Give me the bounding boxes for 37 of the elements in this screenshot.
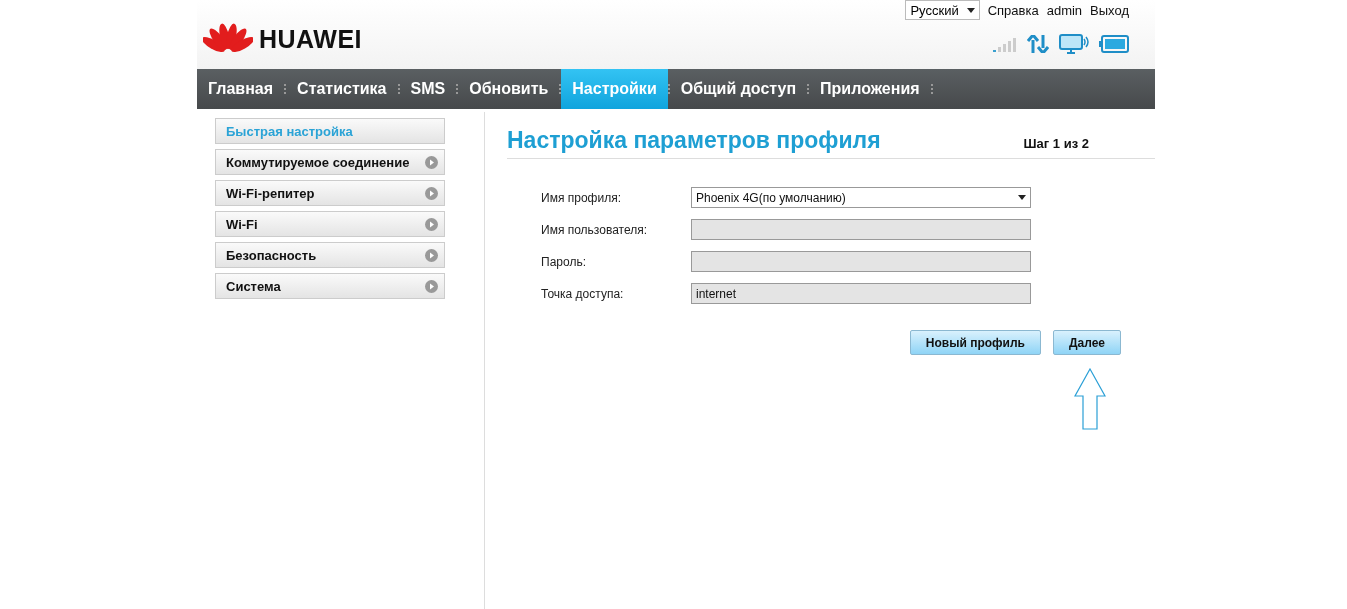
- nav-tab[interactable]: Приложения: [809, 69, 931, 109]
- sidebar-item[interactable]: Wi-Fi-репитер: [215, 180, 445, 206]
- page-title: Настройка параметров профиля: [507, 127, 881, 154]
- chevron-icon: [425, 279, 438, 293]
- signal-icon: [993, 36, 1017, 52]
- nav-tab[interactable]: Обновить: [458, 69, 560, 109]
- nav-tab[interactable]: SMS: [399, 69, 457, 109]
- field-label: Имя пользователя:: [541, 222, 649, 237]
- header-link[interactable]: Выход: [1090, 2, 1129, 18]
- sidebar-item[interactable]: Wi-Fi: [215, 211, 445, 237]
- caret-icon: [1018, 195, 1026, 200]
- sidebar-item[interactable]: Система: [215, 273, 445, 299]
- sidebar-item[interactable]: Безопасность: [215, 242, 445, 268]
- field-label: Точка доступа:: [541, 286, 625, 301]
- chevron-icon: [425, 186, 438, 200]
- data-transfer-icon: [1027, 35, 1049, 53]
- field-label: Пароль:: [541, 254, 587, 269]
- logo-text: HUAWEI: [259, 25, 362, 54]
- monitor-icon: [1059, 34, 1089, 54]
- sidebar-item[interactable]: Коммутируемое соединение: [215, 149, 445, 175]
- chevron-icon: [425, 248, 438, 262]
- nav-tab[interactable]: Общий доступ: [669, 69, 808, 109]
- header-link[interactable]: admin: [1046, 2, 1083, 18]
- header-link[interactable]: Справка: [987, 2, 1039, 18]
- language-select[interactable]: Русский: [905, 0, 980, 20]
- profile-select[interactable]: Phoenix 4G(по умолчанию): [691, 187, 1031, 208]
- action-button[interactable]: Новый профиль: [909, 330, 1041, 355]
- field-label: Имя профиля:: [541, 190, 622, 205]
- caret-icon: [966, 7, 975, 13]
- chevron-icon: [425, 217, 438, 231]
- chevron-icon: [425, 155, 438, 169]
- nav-tab[interactable]: Статистика: [286, 69, 398, 109]
- action-button[interactable]: Далее: [1052, 330, 1121, 355]
- nav-tab[interactable]: Главная: [197, 69, 285, 109]
- up-arrow-annotation: [1074, 368, 1106, 430]
- battery-icon: [1099, 35, 1129, 53]
- step-indicator: Шаг 1 из 2: [1023, 136, 1089, 153]
